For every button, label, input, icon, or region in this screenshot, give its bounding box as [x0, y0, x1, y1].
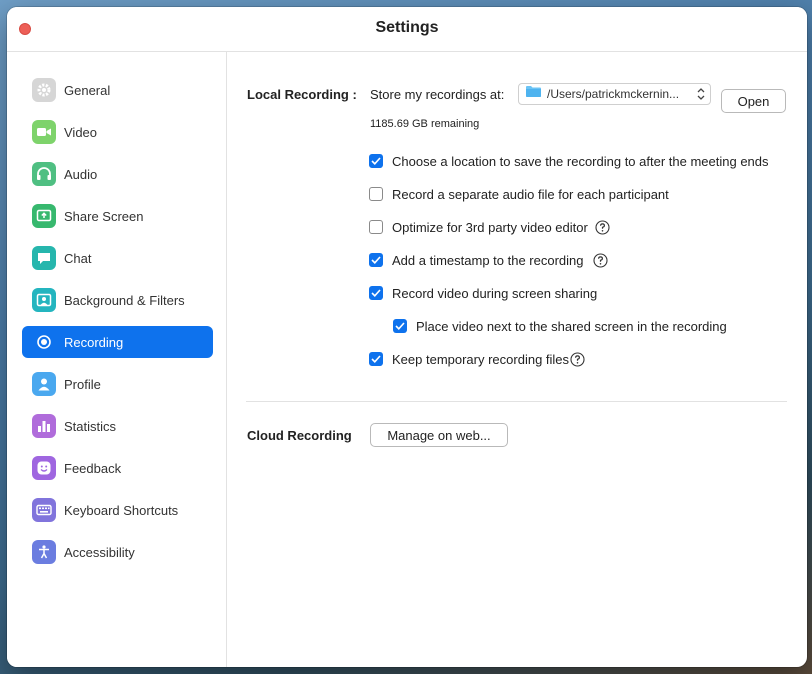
checkbox-unchecked[interactable]: [369, 220, 383, 234]
settings-sidebar: General Video Audio Share Screen Chat Ba…: [7, 52, 227, 667]
headphones-icon: [32, 162, 56, 186]
option-label: Record video during screen sharing: [392, 285, 598, 301]
settings-window: Settings General Video Audio Share Scree…: [7, 7, 807, 667]
share-screen-icon: [32, 204, 56, 228]
open-button[interactable]: Open: [721, 89, 786, 113]
sidebar-item-label: Share Screen: [64, 208, 144, 224]
help-icon[interactable]: [570, 351, 585, 367]
sidebar-item-general[interactable]: General: [22, 74, 213, 106]
sidebar-item-label: Video: [64, 124, 98, 140]
option-choose-location[interactable]: Choose a location to save the recording …: [369, 152, 769, 170]
sidebar-item-keyboard-shortcuts[interactable]: Keyboard Shortcuts: [22, 494, 213, 526]
option-label: Record a separate audio file for each pa…: [392, 186, 669, 202]
sidebar-item-audio[interactable]: Audio: [22, 158, 213, 190]
sidebar-item-accessibility[interactable]: Accessibility: [22, 536, 213, 568]
checkbox-checked[interactable]: [369, 253, 383, 267]
sidebar-item-label: Keyboard Shortcuts: [64, 502, 179, 518]
cloud-recording-label: Cloud Recording: [247, 428, 352, 443]
option-label: Add a timestamp to the recording: [392, 252, 584, 268]
folder-icon: [525, 85, 542, 103]
local-recording-label: Local Recording :: [247, 87, 357, 102]
recording-path-value: /Users/patrickmckernin...: [547, 87, 680, 101]
chat-bubble-icon: [32, 246, 56, 270]
sidebar-item-label: Feedback: [64, 460, 122, 476]
checkbox-unchecked[interactable]: [369, 187, 383, 201]
checkbox-checked[interactable]: [369, 286, 383, 300]
option-label: Optimize for 3rd party video editor: [392, 219, 588, 235]
sidebar-item-label: General: [64, 82, 111, 98]
option-optimize-3rd-party[interactable]: Optimize for 3rd party video editor: [369, 218, 610, 236]
background-person-icon: [32, 288, 56, 312]
sidebar-item-label: Recording: [64, 334, 124, 350]
sidebar-item-statistics[interactable]: Statistics: [22, 410, 213, 442]
sidebar-item-recording[interactable]: Recording: [22, 326, 213, 358]
title-bar: Settings: [7, 7, 807, 52]
sidebar-item-feedback[interactable]: Feedback: [22, 452, 213, 484]
bar-chart-icon: [32, 414, 56, 438]
chevron-up-down-icon: [697, 87, 705, 106]
sidebar-item-label: Statistics: [64, 418, 117, 434]
sidebar-item-label: Audio: [64, 166, 98, 182]
record-icon: [32, 330, 56, 354]
sidebar-item-share-screen[interactable]: Share Screen: [22, 200, 213, 232]
sidebar-item-chat[interactable]: Chat: [22, 242, 213, 274]
sidebar-item-label: Chat: [64, 250, 92, 266]
checkbox-checked[interactable]: [369, 154, 383, 168]
section-divider: [246, 401, 787, 402]
option-label: Keep temporary recording files: [392, 351, 570, 367]
sidebar-item-label: Accessibility: [64, 544, 135, 560]
manage-on-web-button[interactable]: Manage on web...: [370, 423, 508, 447]
option-separate-audio[interactable]: Record a separate audio file for each pa…: [369, 185, 669, 203]
smiley-icon: [32, 456, 56, 480]
storage-remaining-text: 1185.69 GB remaining: [370, 118, 480, 130]
recording-path-select[interactable]: /Users/patrickmckernin...: [518, 83, 711, 105]
sidebar-item-label: Background & Filters: [64, 292, 185, 308]
video-camera-icon: [32, 120, 56, 144]
option-label: Place video next to the shared screen in…: [416, 318, 727, 334]
option-record-video-screen-sharing[interactable]: Record video during screen sharing: [369, 284, 597, 302]
help-icon[interactable]: [595, 219, 610, 235]
store-recordings-label: Store my recordings at:: [370, 87, 505, 102]
sidebar-item-label: Profile: [64, 376, 101, 392]
checkbox-checked[interactable]: [369, 352, 383, 366]
gear-icon: [32, 78, 56, 102]
option-keep-temporary-files[interactable]: Keep temporary recording files: [369, 350, 585, 368]
option-label: Choose a location to save the recording …: [392, 153, 769, 169]
window-title: Settings: [375, 19, 439, 36]
option-timestamp[interactable]: Add a timestamp to the recording: [369, 251, 608, 269]
keyboard-icon: [32, 498, 56, 522]
checkbox-checked[interactable]: [393, 319, 407, 333]
option-place-video-next-to-shared[interactable]: Place video next to the shared screen in…: [393, 317, 727, 335]
help-icon[interactable]: [592, 252, 608, 268]
accessibility-icon: [32, 540, 56, 564]
person-icon: [32, 372, 56, 396]
sidebar-item-profile[interactable]: Profile: [22, 368, 213, 400]
sidebar-item-video[interactable]: Video: [22, 116, 213, 148]
sidebar-item-background-filters[interactable]: Background & Filters: [22, 284, 213, 316]
recording-settings-panel: Local Recording : Store my recordings at…: [227, 52, 807, 667]
